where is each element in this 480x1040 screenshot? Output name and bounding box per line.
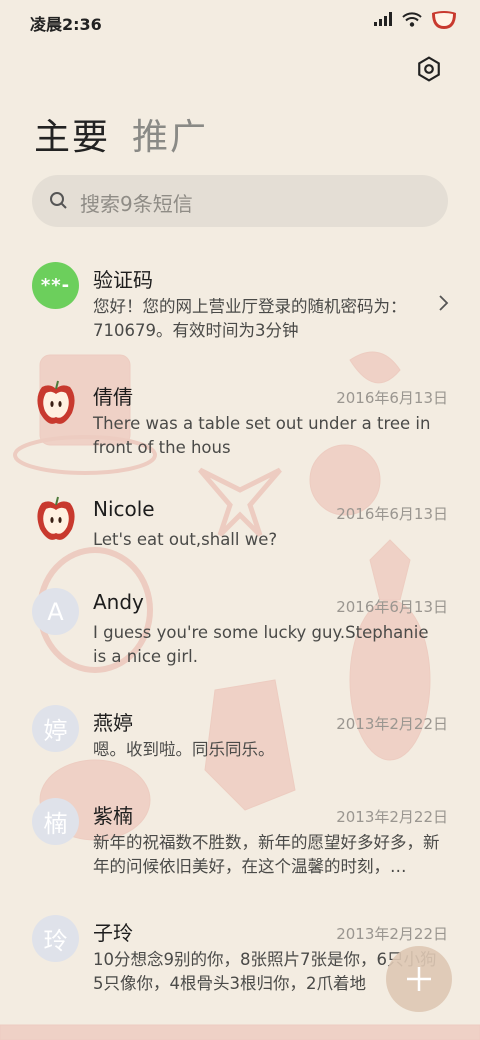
avatar: **-	[32, 262, 79, 309]
avatar: A	[32, 588, 79, 635]
message-preview: I guess you're some lucky guy.Stephanie …	[93, 623, 429, 666]
contact-name: Nicole	[93, 497, 155, 521]
tab-bar: 主要 推广	[34, 108, 208, 160]
search-bar[interactable]: 搜索9条短信	[32, 175, 448, 227]
message-preview: 新年的祝福数不胜数，新年的愿望好多好多，新年的问候依旧美好，在这个温馨的时刻，…	[93, 833, 440, 876]
chevron-right-icon	[439, 295, 449, 311]
apple-avatar-icon	[37, 496, 75, 540]
contact-name: 子玲	[93, 921, 133, 945]
contact-name: 燕婷	[93, 711, 133, 735]
gear-icon[interactable]	[416, 56, 442, 82]
avatar: 楠	[32, 798, 79, 845]
tab-primary[interactable]: 主要	[34, 108, 110, 160]
search-placeholder: 搜索9条短信	[80, 192, 193, 216]
search-icon	[50, 192, 67, 209]
message-preview: Let's eat out,shall we?	[93, 530, 278, 549]
message-date: 2013年2月22日	[336, 715, 448, 733]
avatar: 婷	[32, 705, 79, 752]
wifi-icon	[402, 11, 422, 27]
message-preview: 您好！您的网上营业厅登录的随机密码为：710679。有效时间为3分钟	[93, 297, 407, 340]
compose-button[interactable]	[386, 946, 452, 1012]
message-date: 2016年6月13日	[336, 389, 448, 407]
message-date: 2013年2月22日	[336, 925, 448, 943]
contact-name: 验证码	[93, 268, 153, 292]
message-date: 2016年6月13日	[336, 598, 448, 616]
signal-icon	[374, 12, 392, 26]
message-date: 2013年2月22日	[336, 808, 448, 826]
avatar: 玲	[32, 915, 79, 962]
contact-name: 倩倩	[93, 385, 133, 409]
status-bar: 凌晨2:36	[0, 0, 480, 42]
message-preview: There was a table set out under a tree i…	[93, 414, 431, 457]
apple-avatar-icon	[37, 380, 75, 424]
battery-icon	[432, 11, 456, 29]
contact-name: Andy	[93, 590, 144, 614]
plus-icon	[407, 967, 431, 991]
status-time: 凌晨2:36	[30, 15, 102, 34]
message-preview: 嗯。收到啦。同乐同乐。	[93, 740, 275, 759]
contact-name: 紫楠	[93, 804, 133, 828]
message-date: 2016年6月13日	[336, 505, 448, 523]
tab-promotions[interactable]: 推广	[132, 108, 208, 160]
